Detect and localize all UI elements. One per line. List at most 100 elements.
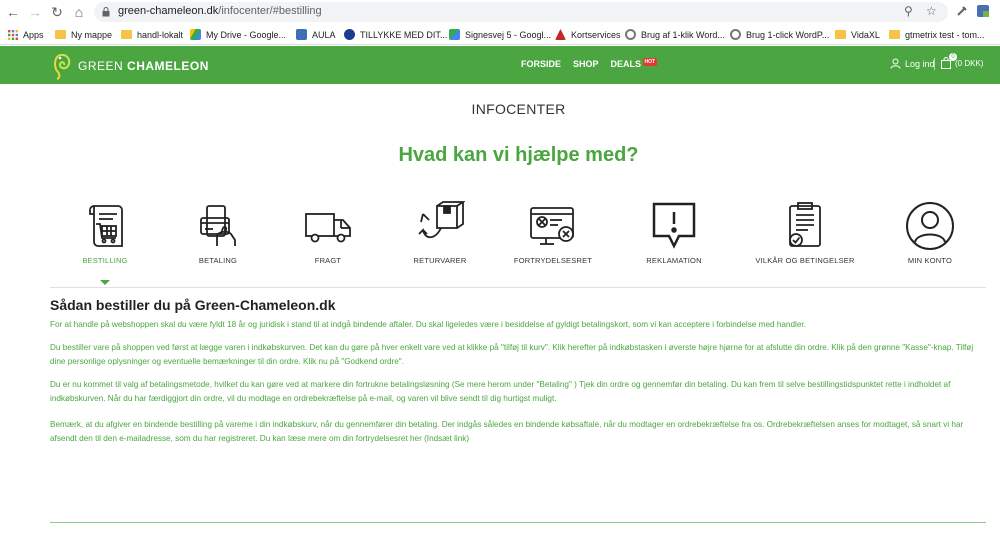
category-label: BETALING — [198, 256, 238, 265]
main-nav: FORSIDE SHOP DEALS HOT — [521, 58, 658, 69]
bookmark-vidaxl[interactable]: VidaXL — [835, 27, 880, 42]
folder-icon — [835, 30, 846, 39]
url-text: green-chameleon.dk/infocenter/#bestillin… — [118, 5, 322, 17]
bookmarks-bar: Apps Ny mappe handl-lokalt My Drive - Go… — [0, 24, 1000, 45]
bookmark-signesvej[interactable]: Signesvej 5 - Googl... — [449, 27, 551, 42]
folder-icon — [889, 30, 900, 39]
site-icon — [625, 29, 636, 40]
folder-icon — [121, 30, 132, 39]
bookmark-1-click-wordp[interactable]: Brug 1-click WordP... — [730, 27, 829, 42]
nav-deals[interactable]: DEALS HOT — [610, 58, 658, 69]
payment-card-icon — [200, 205, 236, 246]
nav-shop[interactable]: SHOP — [573, 59, 599, 69]
back-icon[interactable]: ← — [4, 3, 22, 21]
reload-icon[interactable]: ↻ — [48, 3, 66, 21]
logo-text: GREEN CHAMELEON — [78, 59, 209, 73]
category-label: FRAGT — [314, 256, 342, 265]
bookmark-label: Brug af 1-klik Word... — [641, 29, 725, 40]
bookmark-label: AULA — [312, 29, 336, 40]
bookmark-1-klik-word[interactable]: Brug af 1-klik Word... — [625, 27, 725, 42]
bookmark-label: My Drive - Google... — [206, 29, 287, 40]
login-label: Log ind — [905, 58, 935, 69]
aula-icon — [296, 29, 307, 40]
category-label: VILKÅR OG BETINGELSER — [755, 256, 855, 265]
category-label: RETURVARER — [413, 256, 467, 265]
address-bar[interactable]: green-chameleon.dk/infocenter/#bestillin… — [94, 2, 948, 22]
account-user-icon — [906, 202, 954, 250]
category-vilkaar[interactable]: VILKÅR OG BETINGELSER — [745, 200, 865, 265]
nav-deals-label: DEALS — [610, 59, 642, 69]
logo-text-green: GREEN — [78, 59, 124, 73]
google-drive-icon — [190, 29, 201, 40]
section-divider — [50, 522, 986, 523]
cancel-order-icon — [530, 207, 574, 245]
category-bestilling[interactable]: BESTILLING — [45, 200, 165, 265]
site-icon — [555, 29, 566, 40]
forward-icon[interactable]: → — [26, 3, 44, 21]
category-betaling[interactable]: BETALING — [158, 200, 278, 265]
bookmark-ny-mappe[interactable]: Ny mappe — [55, 27, 112, 42]
category-fortrydelsesret[interactable]: FORTRYDELSESRET — [493, 200, 613, 265]
bookmark-my-drive[interactable]: My Drive - Google... — [190, 27, 286, 42]
eyedropper-extension-icon[interactable] — [955, 4, 969, 18]
bookmark-label: Ny mappe — [71, 29, 113, 40]
bookmark-gtmetrix[interactable]: gtmetrix test - tom... — [889, 27, 985, 42]
folder-icon — [55, 30, 66, 39]
url-domain: green-chameleon.dk — [118, 5, 219, 17]
bookmark-label: Kortservices — [571, 29, 621, 40]
return-box-icon — [418, 201, 465, 239]
bookmark-label: Brug 1-click WordP... — [746, 29, 830, 40]
bookmark-handl-lokalt[interactable]: handl-lokalt — [121, 27, 183, 42]
order-scroll-icon — [89, 205, 123, 247]
site-header: GREEN CHAMELEON FORSIDE SHOP DEALS HOT Lo… — [0, 46, 1000, 84]
delivery-truck-icon — [305, 213, 351, 243]
bookmark-tillykke[interactable]: TILLYKKE MED DIT... — [344, 27, 447, 42]
cart-count-badge: 0 — [949, 53, 957, 61]
category-fragt[interactable]: FRAGT — [268, 200, 388, 265]
cart-total: (0 DKK) — [955, 58, 984, 68]
paragraph-how-to-order: Du bestiller vare på shoppen ved først a… — [50, 343, 974, 366]
nav-forside[interactable]: FORSIDE — [521, 59, 561, 69]
bookmark-label: VidaXL — [851, 29, 880, 40]
site-icon — [344, 29, 355, 40]
logo[interactable]: GREEN CHAMELEON — [52, 52, 209, 80]
google-maps-icon — [449, 29, 460, 40]
cart-link[interactable]: 0 (0 DKK) — [940, 53, 984, 69]
category-returvarer[interactable]: RETURVARER — [380, 200, 500, 265]
login-link[interactable]: Log ind — [890, 58, 935, 69]
category-nav: BESTILLING BETALING FRAGT RETURVARER FOR… — [50, 200, 986, 288]
chameleon-logo-icon — [54, 54, 71, 80]
category-label: FORTRYDELSESRET — [513, 256, 593, 265]
user-icon — [890, 58, 901, 69]
bookmark-apps[interactable]: Apps — [8, 27, 44, 42]
home-icon[interactable]: ⌂ — [70, 3, 88, 21]
logo-text-chameleon: CHAMELEON — [123, 59, 209, 73]
header-divider — [934, 58, 935, 70]
bookmark-label: Apps — [23, 29, 44, 40]
category-reklamation[interactable]: REKLAMATION — [614, 200, 734, 265]
zoom-icon[interactable]: ⚲ — [904, 4, 913, 18]
paragraph-requirements: For at handle på webshoppen skal du være… — [50, 320, 806, 329]
url-path: /infocenter/#bestilling — [218, 5, 322, 17]
category-min-konto[interactable]: MIN KONTO — [870, 200, 990, 265]
bookmark-aula[interactable]: AULA — [296, 27, 336, 42]
paragraph-binding-order: Bemærk, at du afgiver en bindende bestil… — [50, 420, 964, 443]
site-icon — [730, 29, 741, 40]
section-title: Sådan bestiller du på Green-Chameleon.dk — [50, 297, 336, 313]
hot-badge: HOT — [642, 58, 658, 66]
active-category-marker — [100, 280, 110, 285]
terms-clipboard-icon — [789, 202, 821, 247]
help-heading: Hvad kan vi hjælpe med? — [398, 144, 639, 166]
page-title: INFOCENTER — [471, 101, 566, 117]
bookmark-star-icon[interactable]: ☆ — [926, 4, 937, 18]
extension-icon[interactable] — [976, 4, 990, 18]
bookmark-label: Signesvej 5 - Googl... — [465, 29, 552, 40]
bookmark-kortservices[interactable]: Kortservices — [555, 27, 621, 42]
paragraph-payment: Du er nu kommet til valg af betalingsmet… — [50, 380, 951, 403]
category-label: BESTILLING — [82, 256, 128, 265]
complaint-bubble-icon — [652, 202, 696, 249]
bookmark-label: handl-lokalt — [137, 29, 184, 40]
browser-toolbar: ← → ↻ ⌂ green-chameleon.dk/infocenter/#b… — [0, 0, 1000, 24]
apps-grid-icon — [8, 29, 18, 40]
category-label: REKLAMATION — [646, 256, 702, 265]
